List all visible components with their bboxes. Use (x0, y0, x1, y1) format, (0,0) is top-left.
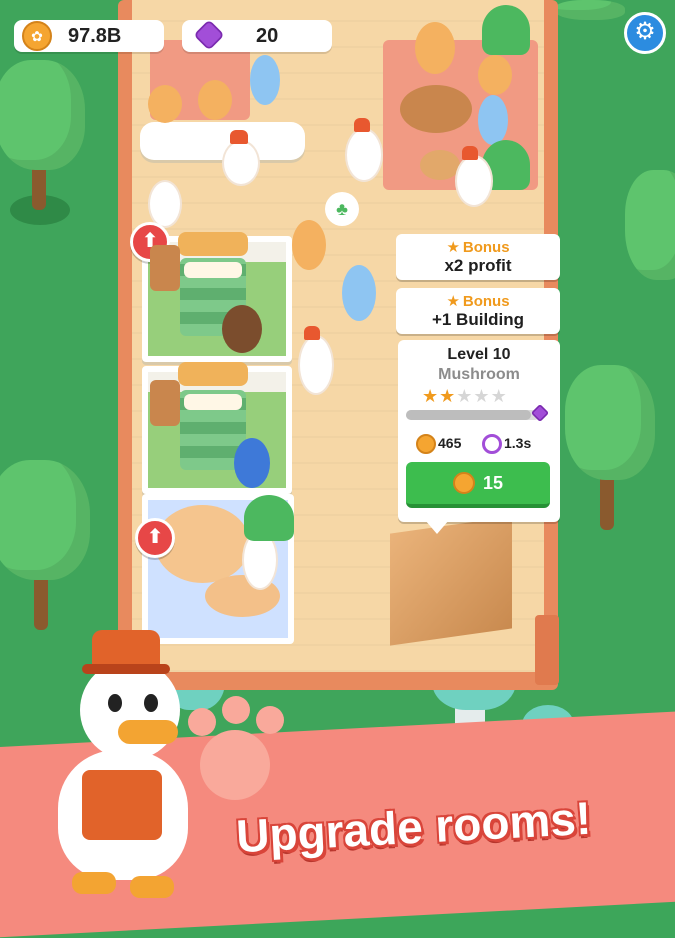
mascot-head (80, 660, 180, 760)
paw-toe (188, 708, 216, 736)
corgi-customer[interactable] (478, 55, 512, 95)
progress-fill (406, 410, 531, 420)
settings-button[interactable]: ⚙ (624, 12, 666, 54)
purple-gem-icon (193, 19, 225, 51)
paw-toe (256, 706, 284, 734)
staff-hat (230, 130, 248, 144)
plant-decoration (244, 495, 294, 541)
pillow (184, 394, 242, 410)
tree (555, 0, 625, 20)
penguin-guest[interactable] (234, 438, 270, 488)
bonus-profit-card: ★ Bonus x2 profit (396, 234, 560, 280)
staff-hat (304, 326, 320, 340)
tree (565, 365, 655, 480)
timer-icon (482, 434, 502, 455)
star-filled-icon: ★ (422, 386, 440, 406)
bonus-building-card: ★ Bonus +1 Building (396, 288, 560, 334)
building-name: Mushroom (438, 366, 520, 383)
gem-counter: 20 (182, 19, 332, 52)
mascot-eye (108, 694, 122, 712)
cat-customer[interactable] (478, 95, 508, 145)
star-filled-icon: ★ (439, 386, 457, 406)
duck-staff[interactable] (222, 140, 260, 186)
corgi-customer[interactable] (415, 22, 455, 74)
corgi-customer[interactable] (292, 220, 326, 270)
nightstand (150, 380, 180, 426)
mushroom-request-bubble[interactable]: ♣ (325, 192, 359, 226)
upgrade-cost: 15 (482, 473, 504, 493)
mascot-foot (72, 872, 116, 894)
paw-coin-icon (416, 434, 436, 455)
corgi-customer[interactable] (198, 80, 232, 120)
paw-print-decoration (200, 730, 270, 800)
boar-guest[interactable] (222, 305, 262, 353)
cat-customer[interactable] (250, 55, 280, 105)
star-rating: ★★★★★ (422, 386, 508, 407)
tree (0, 460, 90, 580)
panel-pointer (425, 520, 449, 534)
staff-hat (462, 146, 478, 160)
cat-customer[interactable] (342, 265, 376, 321)
speed-stat: 1.3s (482, 432, 532, 455)
bonus-title: Bonus (462, 293, 510, 310)
stump-stool (420, 150, 460, 180)
star-icon: ★ (446, 293, 460, 310)
potted-plant (482, 5, 530, 55)
mascot-hat-brim (82, 664, 170, 674)
upgrade-button[interactable]: 15 (406, 462, 550, 508)
duck-staff[interactable] (345, 128, 383, 182)
building-level: Level 10 (447, 346, 511, 363)
gear-icon: ⚙ (634, 18, 656, 45)
fence-post (535, 615, 559, 685)
duck-staff[interactable] (455, 155, 493, 207)
star-empty-icon: ★ (473, 386, 491, 406)
mascot-foot (130, 876, 174, 898)
tree (0, 60, 85, 170)
coin-counter: ✿ 97.8B (14, 20, 164, 52)
tree (625, 170, 675, 280)
building-info-panel: Level 10 Mushroom ★★★★★ 465 1.3s 15 (398, 340, 560, 522)
mascot-beak (118, 720, 178, 744)
bed-headboard (178, 362, 248, 386)
up-arrow-icon: ⬆ (146, 526, 164, 548)
mascot-vest (82, 770, 162, 840)
building-construction-crate[interactable] (390, 516, 512, 646)
duck-staff[interactable] (148, 180, 182, 228)
mascot-eye (144, 694, 158, 712)
income-stat: 465 (416, 432, 462, 455)
paw-coin-icon: ✿ (22, 21, 52, 51)
cat-customer[interactable] (148, 85, 182, 123)
duck-staff[interactable] (298, 335, 334, 395)
nightstand (150, 245, 180, 291)
star-empty-icon: ★ (490, 386, 508, 406)
bonus-value: +1 Building (431, 310, 525, 329)
coin-amount: 97.8B (68, 25, 122, 47)
level-progress-bar (406, 410, 540, 420)
bonus-value: x2 profit (444, 256, 512, 275)
bonus-title: Bonus (462, 239, 510, 256)
paw-toe (222, 696, 250, 724)
speed-value: 1.3s (504, 435, 532, 451)
room-upgrade-button[interactable]: ⬆ (135, 518, 175, 558)
tree-stump-table[interactable] (400, 85, 472, 133)
income-value: 465 (438, 435, 462, 451)
pillow (184, 262, 242, 278)
staff-hat (354, 118, 370, 132)
star-empty-icon: ★ (456, 386, 474, 406)
gem-amount: 20 (256, 25, 279, 47)
star-icon: ★ (446, 239, 460, 256)
paw-coin-icon (452, 471, 475, 494)
bed-headboard (178, 232, 248, 256)
